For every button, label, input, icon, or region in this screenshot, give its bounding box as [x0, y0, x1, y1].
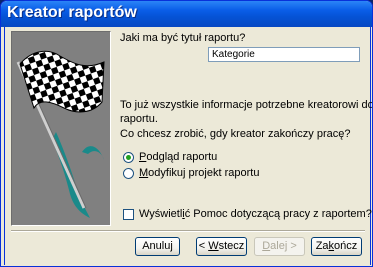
radio-modify-label[interactable]: Modyfikuj projekt raportu: [139, 167, 259, 179]
wizard-image-pane: [11, 31, 111, 226]
title-prompt-label: Jaki ma być tytuł raportu?: [120, 32, 246, 44]
back-button[interactable]: < Wstecz: [196, 237, 247, 256]
radio-modify[interactable]: [123, 168, 134, 179]
checkered-flag-icon: [16, 50, 105, 218]
info-text-line1: To już wszystkie informacje potrzebne kr…: [120, 99, 373, 111]
wizard-client-area: Jaki ma być tytuł raportu? Kategorie To …: [4, 27, 373, 265]
title-bar[interactable]: Kreator raportów: [1, 1, 372, 27]
button-separator: [11, 230, 365, 232]
finish-question-label: Co chcesz zrobić, gdy kreator zakończy p…: [120, 128, 351, 140]
next-button[interactable]: Dalej >: [254, 237, 305, 256]
info-text-line2: raportu.: [120, 113, 158, 125]
radio-selected-dot: [126, 155, 131, 160]
report-title-input[interactable]: Kategorie: [208, 47, 360, 62]
finish-button[interactable]: Zakończ: [311, 237, 362, 256]
help-checkbox-label[interactable]: Wyświetlić Pomoc dotyczącą pracy z rapor…: [139, 208, 372, 220]
report-title-value: Kategorie: [212, 49, 255, 60]
help-checkbox[interactable]: [123, 209, 134, 220]
radio-preview[interactable]: [123, 152, 134, 163]
radio-preview-label[interactable]: Podgląd raportu: [139, 151, 217, 163]
cancel-button[interactable]: Anuluj: [135, 237, 180, 256]
window-title: Kreator raportów: [7, 4, 137, 21]
report-wizard-window: Kreator raportów Jaki ma być tytuł rapor: [0, 0, 373, 267]
